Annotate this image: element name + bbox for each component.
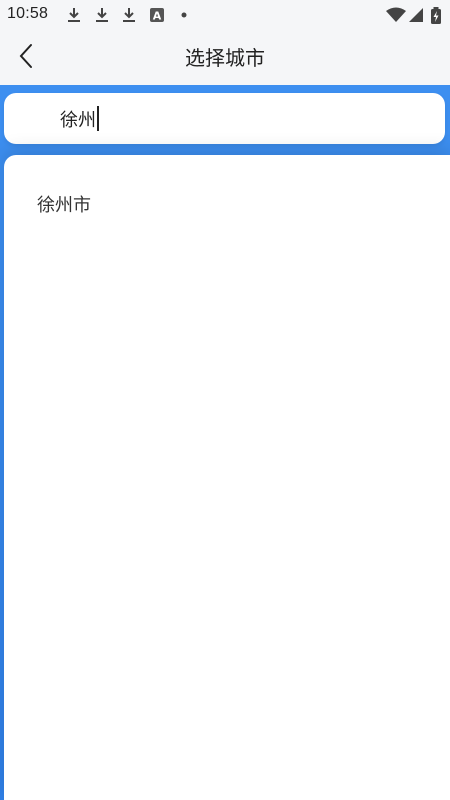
signal-icon [408, 7, 424, 23]
list-item[interactable]: 徐州市 [37, 191, 91, 217]
svg-text:A: A [153, 10, 162, 23]
page-title: 选择城市 [185, 46, 265, 70]
download-icon [121, 7, 137, 23]
dot-icon [178, 7, 194, 23]
download-icon [66, 7, 82, 23]
search-input[interactable] [60, 93, 420, 144]
results-panel: 徐州市 [4, 155, 450, 800]
search-box[interactable] [4, 93, 445, 144]
wifi-icon [386, 7, 406, 23]
download-icon [94, 7, 110, 23]
a-icon: A [149, 7, 165, 23]
battery-icon [430, 7, 442, 24]
status-bar: 10:58 A [0, 0, 450, 30]
header: 选择城市 [0, 30, 450, 85]
text-caret [97, 106, 99, 131]
status-time: 10:58 [7, 5, 49, 22]
screen: 10:58 A 选择城市 徐州 徐州市 [0, 0, 450, 800]
